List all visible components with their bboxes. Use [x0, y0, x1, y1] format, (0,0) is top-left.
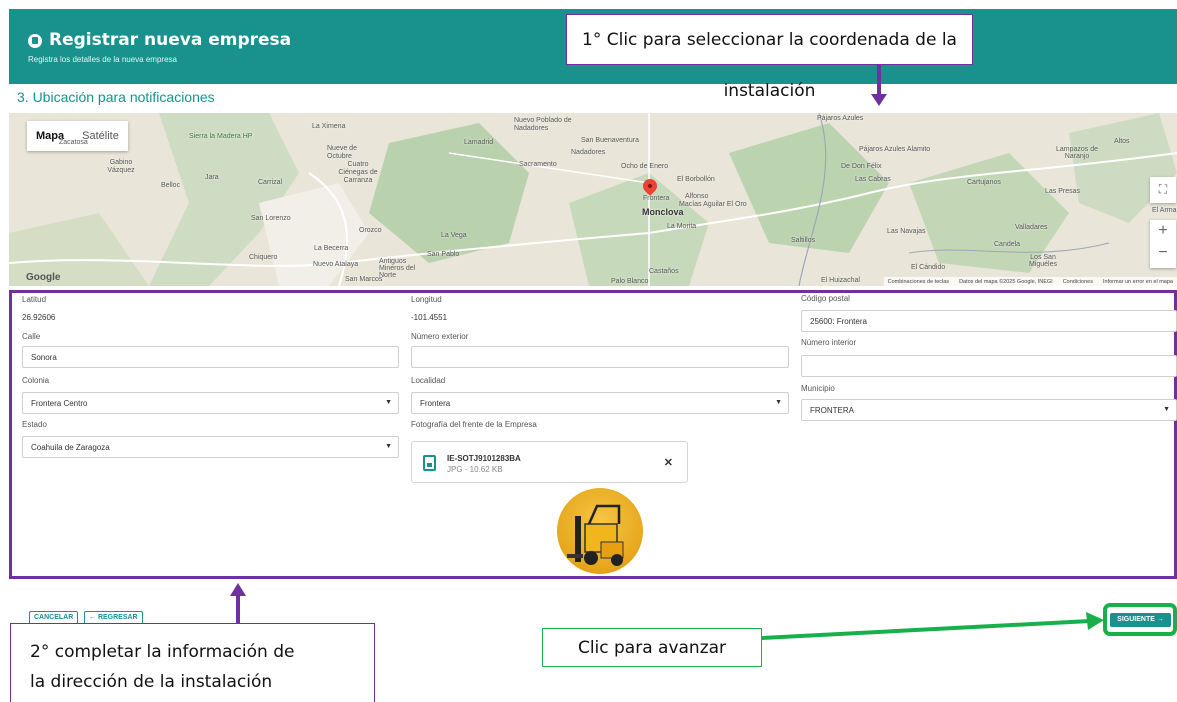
- annotation-advance: Clic para avanzar: [542, 628, 762, 667]
- annotation-step2-line1: 2° completar la información de: [30, 642, 295, 662]
- annotation-step2: 2° completar la información de la direcc…: [10, 623, 375, 702]
- annotation-step2-line2: la dirección de la instalación: [30, 672, 273, 692]
- page: Registrar nueva empresa Registra los det…: [0, 0, 1177, 702]
- annotation-step1: 1° Clic para seleccionar la coordenada d…: [566, 14, 973, 101]
- annotation-arrows: [230, 65, 1104, 640]
